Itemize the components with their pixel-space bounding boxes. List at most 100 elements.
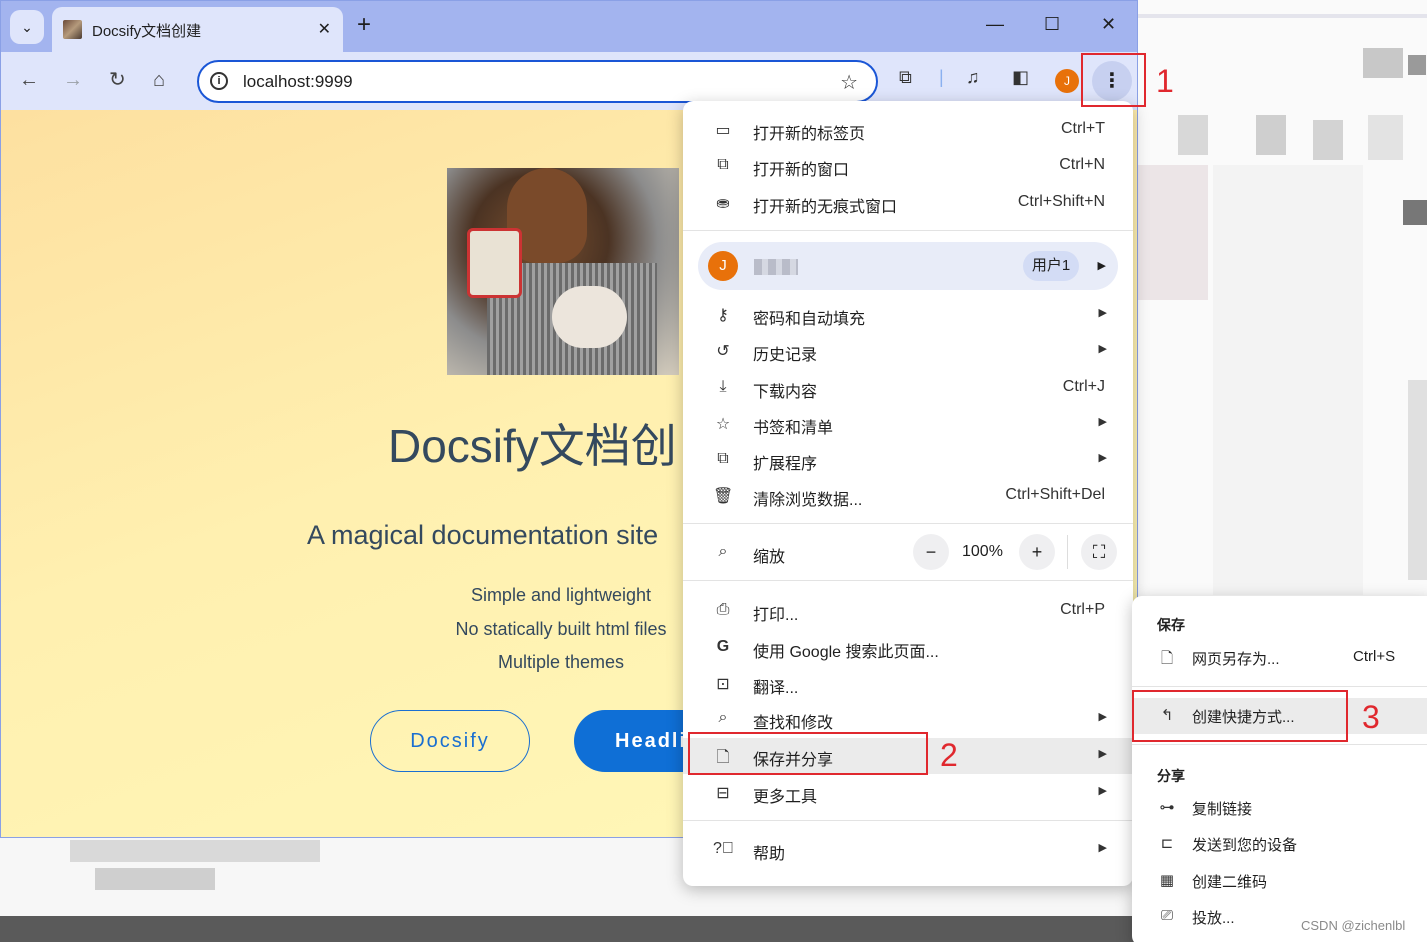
- incognito-icon: ⛂: [716, 195, 730, 212]
- blurred-block: [1256, 115, 1286, 155]
- chevron-right-icon: ▶: [1098, 711, 1107, 723]
- chevron-right-icon: ▶: [1098, 307, 1107, 319]
- docsify-button[interactable]: Docsify: [370, 710, 530, 772]
- extensions-icon[interactable]: ⧉: [899, 67, 912, 88]
- menu-item-more-tools[interactable]: ⊟ 更多工具 ▶: [683, 775, 1133, 811]
- media-control-icon[interactable]: ♫: [966, 67, 980, 88]
- menu-item-label: 帮助: [753, 846, 786, 863]
- menu-item-profile[interactable]: J 用户1 ▶: [698, 242, 1118, 290]
- menu-item-label: 下载内容: [753, 384, 818, 401]
- menu-item-shortcut: Ctrl+T: [1061, 120, 1105, 137]
- menu-item-print[interactable]: ⎙ 打印... Ctrl+P: [683, 593, 1133, 629]
- page-title: Docsify文档创: [388, 420, 677, 472]
- menu-item-label: 更多工具: [753, 789, 818, 806]
- menu-item-label: 密码和自动填充: [753, 311, 866, 328]
- menu-item-extensions[interactable]: ⧉ 扩展程序 ▶: [683, 442, 1133, 478]
- tab-favicon: [63, 20, 82, 39]
- menu-item-label: 翻译...: [753, 680, 799, 697]
- menu-item-incognito[interactable]: ⛂ 打开新的无痕式窗口 Ctrl+Shift+N: [683, 185, 1133, 221]
- blurred-block: [1138, 165, 1208, 300]
- zoom-divider: [1067, 535, 1068, 569]
- menu-item-help[interactable]: ?⃝ 帮助 ▶: [683, 832, 1133, 868]
- tab-search-button[interactable]: ⌄: [10, 10, 44, 44]
- profile-name-blurred: [754, 259, 798, 275]
- menu-item-google-search[interactable]: G 使用 Google 搜索此页面...: [683, 630, 1133, 666]
- menu-item-new-window[interactable]: ⧉ 打开新的窗口 Ctrl+N: [683, 148, 1133, 184]
- chevron-right-icon: ▶: [1098, 748, 1107, 760]
- annotation-box-1: [1081, 53, 1146, 107]
- menu-item-clear-data[interactable]: 🗑 清除浏览数据... Ctrl+Shift+Del: [683, 478, 1133, 514]
- menu-item-label: 书签和清单: [753, 420, 834, 437]
- background-divider: [1138, 14, 1427, 18]
- star-icon: ☆: [715, 416, 731, 433]
- menu-item-label: 使用 Google 搜索此页面...: [753, 644, 939, 661]
- tab-close-icon[interactable]: ✕: [318, 19, 331, 39]
- close-window-icon[interactable]: ✕: [1101, 14, 1116, 35]
- menu-item-label: 查找和修改: [753, 715, 834, 732]
- new-tab-icon: ▭: [715, 122, 731, 139]
- menu-divider: [683, 580, 1133, 581]
- submenu-item-label: 创建二维码: [1192, 874, 1268, 891]
- url-text[interactable]: localhost:9999: [243, 72, 353, 92]
- back-icon[interactable]: ←: [19, 68, 39, 92]
- printer-icon: ⎙: [716, 601, 730, 618]
- hero-image: [447, 168, 679, 375]
- submenu-item-label: 复制链接: [1192, 801, 1253, 818]
- submenu-item-label: 发送到您的设备: [1192, 837, 1298, 854]
- photo-bun: [552, 286, 627, 348]
- annotation-number-3: 3: [1362, 699, 1380, 735]
- blurred-block: [1408, 380, 1427, 580]
- fullscreen-icon[interactable]: ⛶: [1081, 534, 1117, 570]
- reload-icon[interactable]: ↻: [109, 68, 126, 92]
- profile-badge: 用户1: [1023, 251, 1079, 281]
- submenu-item-label: 投放...: [1192, 910, 1235, 927]
- devices-icon: ⊏: [1160, 835, 1174, 852]
- home-icon[interactable]: ⌂: [153, 68, 165, 92]
- menu-item-zoom: ⌕ 缩放: [683, 535, 1133, 571]
- menu-item-bookmarks[interactable]: ☆ 书签和清单 ▶: [683, 406, 1133, 442]
- new-window-icon: ⧉: [717, 156, 729, 173]
- zoom-level: 100%: [962, 543, 1003, 560]
- submenu-divider: [1132, 744, 1427, 745]
- side-panel-icon[interactable]: ◧: [1012, 67, 1029, 88]
- site-info-icon[interactable]: i: [210, 72, 228, 90]
- forward-icon[interactable]: →: [63, 68, 83, 92]
- chevron-down-icon: ⌄: [21, 18, 33, 35]
- trash-icon: 🗑: [713, 488, 734, 505]
- find-page-icon: ⌕: [718, 709, 728, 726]
- zoom-in-button[interactable]: +: [1019, 534, 1055, 570]
- submenu-item-send-device[interactable]: ⊏ 发送到您的设备: [1132, 826, 1427, 862]
- menu-item-downloads[interactable]: ⤓ 下载内容 Ctrl+J: [683, 370, 1133, 406]
- menu-divider: [683, 230, 1133, 231]
- menu-item-shortcut: Ctrl+J: [1062, 378, 1105, 395]
- maximize-icon[interactable]: ☐: [1044, 14, 1060, 35]
- menu-item-label: 打开新的窗口: [753, 162, 850, 179]
- toolbox-icon: ⊟: [716, 785, 730, 802]
- annotation-number-2: 2: [940, 737, 958, 773]
- menu-item-translate[interactable]: ⊡ 翻译...: [683, 666, 1133, 702]
- browser-tab[interactable]: Docsify文档创建 ✕: [52, 7, 343, 52]
- watermark: CSDN @zichenlbl: [1301, 918, 1406, 933]
- zoom-out-button[interactable]: −: [913, 534, 949, 570]
- puzzle-icon: ⧉: [717, 450, 729, 467]
- menu-item-label: 打开新的标签页: [753, 126, 866, 143]
- download-icon: ⤓: [719, 378, 727, 395]
- address-bar[interactable]: i localhost:9999 ☆: [197, 60, 878, 103]
- submenu-item-copy-link[interactable]: ⊶ 复制链接: [1132, 790, 1427, 826]
- submenu-item-qr-code[interactable]: ▦ 创建二维码: [1132, 863, 1427, 899]
- menu-item-passwords[interactable]: ⚷ 密码和自动填充 ▶: [683, 297, 1133, 333]
- menu-item-shortcut: Ctrl+P: [1060, 601, 1105, 618]
- chevron-right-icon: ▶: [1098, 416, 1107, 428]
- profile-avatar[interactable]: J: [1055, 69, 1079, 93]
- history-icon: ↺: [716, 343, 730, 360]
- menu-item-label: 打印...: [753, 607, 799, 624]
- minimize-icon[interactable]: —: [986, 14, 1004, 35]
- menu-item-history[interactable]: ↺ 历史记录 ▶: [683, 333, 1133, 369]
- new-tab-button[interactable]: +: [357, 13, 371, 37]
- bookmark-star-icon[interactable]: ☆: [840, 70, 858, 95]
- toolbar-divider: |: [939, 67, 944, 87]
- blurred-block: [70, 840, 320, 862]
- menu-item-new-tab[interactable]: ▭ 打开新的标签页 Ctrl+T: [683, 112, 1133, 148]
- menu-item-shortcut: Ctrl+N: [1059, 156, 1105, 173]
- submenu-item-save-as[interactable]: 🗋 网页另存为... Ctrl+S: [1132, 640, 1427, 676]
